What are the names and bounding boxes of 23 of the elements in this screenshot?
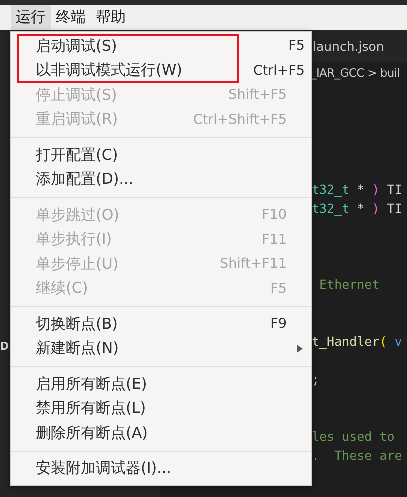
code-line: ; — [312, 371, 320, 389]
code-line: t32_t * ) TI — [312, 181, 402, 199]
menu-bar-item[interactable]: 运行 — [11, 5, 51, 30]
menu-item[interactable]: 启动调试(S) F5 — [17, 34, 305, 58]
code-line: t32_t * ) TI — [312, 200, 402, 218]
menu-item[interactable]: 安装附加调试器(I)... — [11, 456, 311, 481]
code-line: . These are — [312, 447, 402, 465]
sidebar-label: D — [0, 340, 10, 353]
menu-item[interactable]: 删除所有断点(A) — [11, 421, 311, 446]
editor-tab[interactable]: launch.json — [313, 38, 384, 54]
menu-item[interactable]: 新建断点(N) — [11, 336, 311, 361]
menu-item[interactable]: 启用所有断点(E) — [11, 372, 311, 396]
breadcrumb: _IAR_GCC > buil — [311, 66, 400, 80]
code-line: les used to — [312, 428, 395, 446]
menu-bar-item[interactable]: 帮助 — [91, 5, 131, 30]
menu-item[interactable]: 打开配置(C) — [11, 143, 311, 168]
code-line: Ethernet — [318, 276, 380, 294]
menu-item[interactable]: 以非调试模式运行(W) Ctrl+F5 — [17, 58, 305, 83]
menu-item[interactable]: 禁用所有断点(L) — [11, 396, 311, 421]
code-line: t_Handler( v — [312, 333, 402, 351]
menu-item[interactable]: 添加配置(D)... — [11, 168, 311, 192]
menu-item[interactable]: 切换断点(B) F9 — [11, 312, 311, 336]
menu-bar-item[interactable]: 终端 — [51, 5, 91, 30]
